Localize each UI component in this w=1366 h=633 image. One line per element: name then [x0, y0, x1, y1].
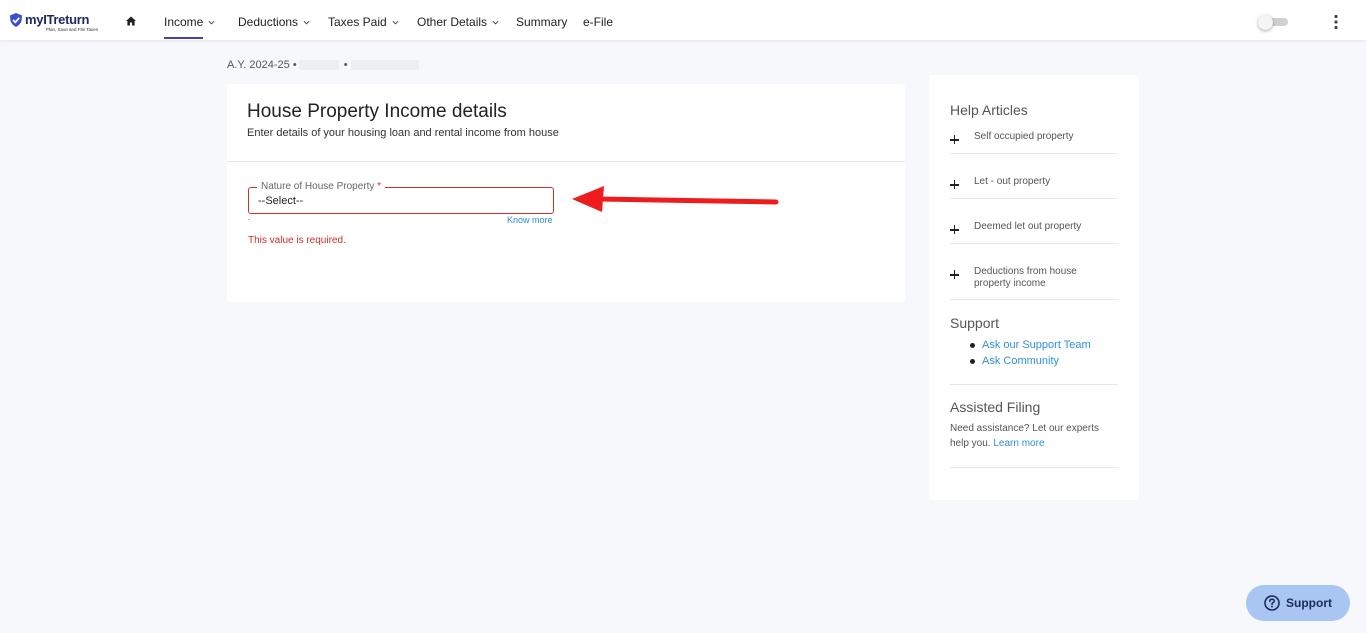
- help-article-label: Let - out property: [974, 176, 1051, 187]
- chevron-down-icon: [392, 20, 399, 24]
- card-divider: [227, 161, 905, 162]
- kebab-menu-icon[interactable]: [1333, 14, 1339, 30]
- brand-tagline: Plan, Save and File Taxes: [46, 27, 98, 32]
- assisted-filing-text: Need assistance? Let our experts help yo…: [950, 421, 1120, 451]
- plus-icon: [950, 180, 959, 189]
- chevron-down-icon: [492, 20, 499, 24]
- toggle-knob: [1258, 15, 1273, 30]
- help-articles-title: Help Articles: [950, 102, 1028, 118]
- brand-name: myITreturn: [25, 12, 90, 27]
- select-value: --Select--: [258, 195, 304, 207]
- field-label-text: Nature of House Property: [261, 181, 375, 192]
- chevron-down-icon: [303, 20, 310, 24]
- required-asterisk: *: [377, 181, 382, 192]
- list-bullet: [970, 359, 975, 364]
- list-bullet: [970, 343, 975, 348]
- nav-item-summary[interactable]: Summary: [516, 15, 567, 29]
- nav-label: Deductions: [238, 15, 299, 29]
- nav-label: Other Details: [417, 15, 488, 29]
- section-divider: [950, 384, 1118, 385]
- plus-icon: [950, 135, 959, 144]
- help-article-deductions[interactable]: Deductions from house property income: [950, 266, 1118, 300]
- support-button[interactable]: Support: [1246, 585, 1350, 621]
- red-arrow-annotation: [572, 186, 779, 212]
- top-navigation-bar: myITreturn Plan, Save and File Taxes Inc…: [0, 0, 1366, 40]
- brand-logo[interactable]: myITreturn Plan, Save and File Taxes: [9, 11, 99, 33]
- ask-support-team-link[interactable]: Ask our Support Team: [982, 339, 1091, 351]
- breadcrumb-separator: •: [343, 59, 348, 71]
- help-article-label: Deemed let out property: [974, 221, 1082, 232]
- field-error-message: This value is required.: [248, 235, 346, 246]
- help-article-label: Deductions from house property income: [974, 266, 1077, 289]
- plus-icon: [950, 270, 959, 279]
- redacted-pan: [350, 60, 419, 70]
- nav-item-deductions[interactable]: Deductions: [238, 15, 310, 29]
- chevron-down-icon: [208, 20, 215, 24]
- house-property-card: House Property Income details Enter deta…: [227, 84, 905, 302]
- help-article-deemed-let-out[interactable]: Deemed let out property: [950, 221, 1118, 244]
- support-title: Support: [950, 315, 1000, 331]
- plus-icon: [950, 225, 959, 234]
- theme-toggle-switch[interactable]: [1258, 15, 1288, 30]
- nav-item-income[interactable]: Income: [164, 15, 215, 29]
- help-circle-icon: [1264, 595, 1280, 611]
- nav-label: Taxes Paid: [328, 15, 387, 29]
- assessment-year-breadcrumb: A.Y. 2024-25 • •: [227, 59, 419, 71]
- field-label: Nature of House Property *: [257, 181, 386, 192]
- page-title: House Property Income details: [247, 101, 507, 122]
- nav-item-taxes-paid[interactable]: Taxes Paid: [328, 15, 399, 29]
- nature-of-house-property-select[interactable]: Nature of House Property * --Select--: [248, 181, 554, 214]
- help-sidebar: Help Articles Self occupied property Let…: [929, 75, 1139, 500]
- know-more-link[interactable]: Know more: [507, 215, 553, 225]
- redacted-name: [298, 60, 339, 70]
- learn-more-link[interactable]: Learn more: [993, 438, 1044, 449]
- assessment-year: A.Y. 2024-25 •: [227, 59, 297, 71]
- assisted-filing-title: Assisted Filing: [950, 399, 1041, 415]
- active-tab-indicator: [164, 37, 203, 39]
- shield-check-icon: [10, 13, 22, 27]
- home-icon[interactable]: [126, 16, 136, 26]
- help-article-self-occupied[interactable]: Self occupied property: [950, 131, 1118, 154]
- support-button-label: Support: [1286, 596, 1332, 610]
- section-divider: [950, 467, 1118, 468]
- ask-community-link[interactable]: Ask Community: [982, 355, 1059, 367]
- field-helper-dot: [248, 219, 250, 220]
- help-article-let-out[interactable]: Let - out property: [950, 176, 1118, 199]
- nav-item-efile[interactable]: e-File: [583, 15, 613, 29]
- help-article-label: Self occupied property: [974, 131, 1074, 142]
- page-subtitle: Enter details of your housing loan and r…: [247, 127, 559, 139]
- nav-label: Summary: [516, 15, 568, 29]
- nav-label: e-File: [583, 15, 614, 29]
- nav-label: Income: [164, 15, 204, 29]
- nav-item-other-details[interactable]: Other Details: [417, 15, 499, 29]
